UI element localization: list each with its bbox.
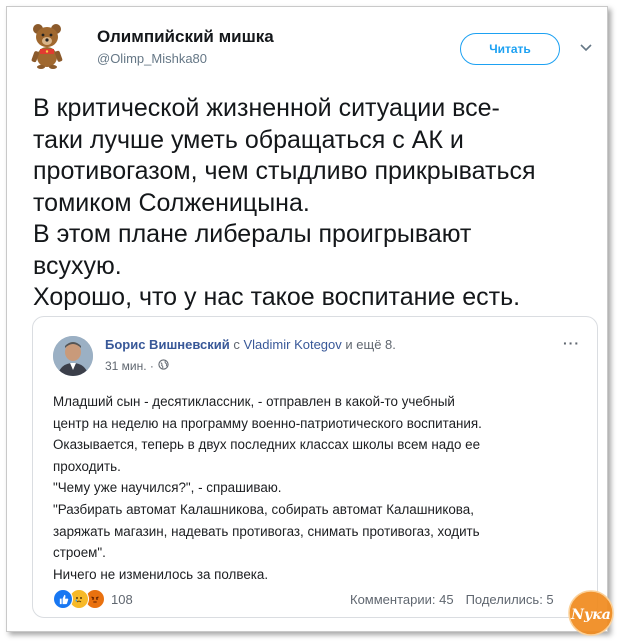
fb-tagged-user[interactable]: Vladimir Kotegov xyxy=(244,337,342,352)
fb-body-line: "Разбирать автомат Калашникова, собирать… xyxy=(53,501,474,517)
tweet-line: таки лучше уметь обращаться с АК и xyxy=(33,125,464,154)
fb-body-line: строем". xyxy=(53,545,106,561)
svg-text:Nука: Nука xyxy=(570,607,611,623)
more-options-icon[interactable]: ··· xyxy=(563,335,580,351)
tweet-line: Хорошо, что у нас такое воспитание есть. xyxy=(33,283,521,311)
fb-body-line: проходить. xyxy=(53,458,121,474)
fb-body-line: Младший сын - десятиклассник, - отправле… xyxy=(53,394,455,409)
author-name[interactable]: Олимпийский мишка xyxy=(97,27,274,47)
like-reaction-icon xyxy=(53,589,73,609)
fb-time-text: 31 мин. · xyxy=(105,359,154,373)
tweet-line: всухую. xyxy=(33,251,122,280)
comments-count-link[interactable]: Комментарии: 45 xyxy=(350,592,454,607)
tweet-line: В этом плане либералы проигрывают xyxy=(33,220,472,248)
fb-body-line: Оказывается, теперь в двух последних кла… xyxy=(53,437,481,453)
tweet-text: В критической жизненной ситуации все- та… xyxy=(33,93,603,314)
avatar[interactable] xyxy=(53,336,93,376)
tweet-screenshot: Олимпийский мишка @Olimp_Mishka80 Читать… xyxy=(6,6,614,636)
fb-with-word: с xyxy=(233,337,240,352)
fb-body-line: Ничего не изменилось за полвека. xyxy=(53,566,269,582)
globe-icon xyxy=(158,359,169,373)
fb-body-line: центр на неделю на программу военно-патр… xyxy=(53,415,482,431)
fb-post-body: Младший сын - десятиклассник, - отправле… xyxy=(53,391,589,585)
fb-post-header: Борис Вишневский с Vladimir Kotegov и ещ… xyxy=(105,337,396,352)
fb-timestamp[interactable]: 31 мин. · xyxy=(105,359,169,373)
olympic-bear-avatar-icon[interactable] xyxy=(25,21,69,69)
watermark-logo: Nука xyxy=(566,588,616,638)
chevron-down-icon[interactable] xyxy=(579,41,593,55)
follow-button[interactable]: Читать xyxy=(460,33,560,65)
fb-stats: Комментарии: 45 Поделились: 5 xyxy=(350,592,554,607)
reaction-count: 108 xyxy=(111,591,133,607)
shares-count-link[interactable]: Поделились: 5 xyxy=(466,592,554,607)
tweet-line: противогазом, чем стыдливо прикрываться xyxy=(33,157,536,185)
fb-author-name[interactable]: Борис Вишневский xyxy=(105,337,230,352)
fb-reactions[interactable]: 108 xyxy=(53,589,133,609)
embedded-facebook-post[interactable]: Борис Вишневский с Vladimir Kotegov и ещ… xyxy=(32,316,598,618)
author-handle[interactable]: @Olimp_Mishka80 xyxy=(97,51,207,66)
tweet-line: В критической жизненной ситуации все- xyxy=(33,94,500,122)
fb-body-line: "Чему уже научился?", - спрашиваю. xyxy=(53,480,282,496)
fb-and-more[interactable]: и ещё 8. xyxy=(345,337,395,352)
fb-body-line: заряжать магазин, надевать противогаз, с… xyxy=(53,523,480,539)
tweet-line: томиком Солженицына. xyxy=(33,188,310,217)
